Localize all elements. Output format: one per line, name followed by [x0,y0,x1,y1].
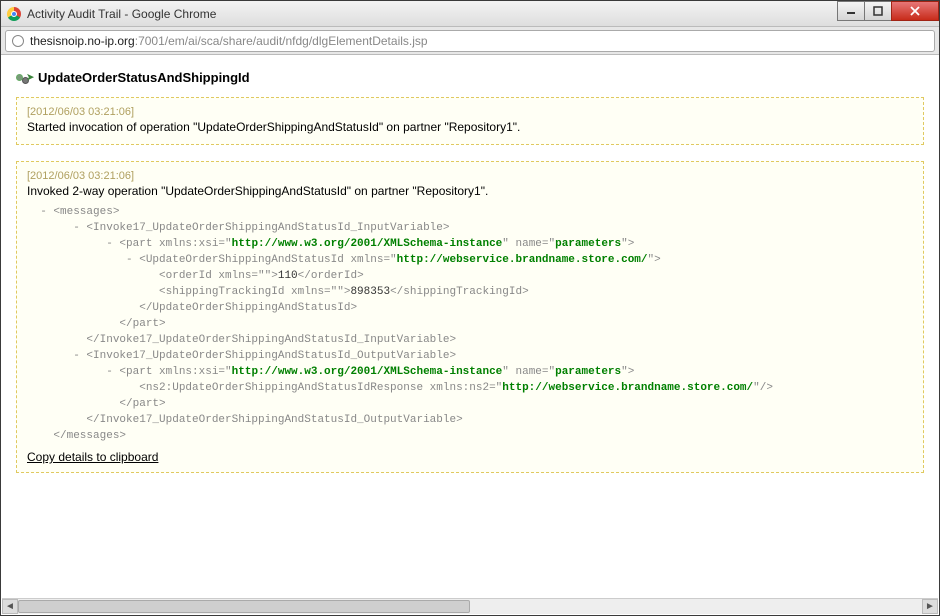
xml-line: </UpdateOrderShippingAndStatusId> [27,300,913,316]
gears-icon: ➤ [16,72,32,84]
window-controls [838,1,939,21]
xml-payload: - <messages> - <Invoke17_UpdateOrderShip… [27,204,913,444]
page-content-scroll[interactable]: ➤ UpdateOrderStatusAndShippingId [2012/0… [2,56,938,598]
xml-line: </messages> [27,428,913,444]
horizontal-scrollbar[interactable]: ◄ ► [2,598,938,614]
audit-entry-2: [2012/06/03 03:21:06] Invoked 2-way oper… [16,161,924,473]
audit-message: Invoked 2-way operation "UpdateOrderShip… [27,184,913,198]
xml-line: - <UpdateOrderShippingAndStatusId xmlns=… [27,252,913,268]
audit-entry-1: [2012/06/03 03:21:06] Started invocation… [16,97,924,145]
copy-details-link[interactable]: Copy details to clipboard [27,450,158,464]
xml-line: </part> [27,316,913,332]
address-bar: thesisnoip.no-ip.org:7001/em/ai/sca/shar… [1,27,939,55]
xml-line: <ns2:UpdateOrderShippingAndStatusIdRespo… [27,380,913,396]
xml-line: - <Invoke17_UpdateOrderShippingAndStatus… [27,348,913,364]
xml-line: - <part xmlns:xsi="http://www.w3.org/200… [27,236,913,252]
page-heading-text: UpdateOrderStatusAndShippingId [38,70,250,85]
audit-message: Started invocation of operation "UpdateO… [27,120,913,134]
audit-timestamp: [2012/06/03 03:21:06] [27,106,913,118]
xml-line: <orderId xmlns="">110</orderId> [27,268,913,284]
maximize-button[interactable] [864,1,892,21]
window-title: Activity Audit Trail - Google Chrome [27,7,216,21]
scroll-right-icon[interactable]: ► [922,599,938,614]
audit-timestamp: [2012/06/03 03:21:06] [27,170,913,182]
xml-line: - <part xmlns:xsi="http://www.w3.org/200… [27,364,913,380]
xml-line: <shippingTrackingId xmlns="">898353</shi… [27,284,913,300]
xml-line: - <messages> [27,204,913,220]
scrollbar-thumb[interactable] [18,600,470,613]
url-path: :7001/em/ai/sca/share/audit/nfdg/dlgElem… [135,34,428,48]
xml-line: </Invoke17_UpdateOrderShippingAndStatusI… [27,332,913,348]
url-host: thesisnoip.no-ip.org [30,34,135,48]
window-titlebar[interactable]: Activity Audit Trail - Google Chrome [1,1,939,27]
chrome-window: Activity Audit Trail - Google Chrome the… [0,0,940,616]
xml-line: </Invoke17_UpdateOrderShippingAndStatusI… [27,412,913,428]
url-input[interactable]: thesisnoip.no-ip.org:7001/em/ai/sca/shar… [5,30,935,52]
globe-icon [12,35,24,47]
page-heading: ➤ UpdateOrderStatusAndShippingId [16,70,924,85]
xml-line: </part> [27,396,913,412]
xml-line: - <Invoke17_UpdateOrderShippingAndStatus… [27,220,913,236]
chrome-icon [7,7,21,21]
scroll-left-icon[interactable]: ◄ [2,599,18,614]
scrollbar-track[interactable] [18,599,922,614]
minimize-button[interactable] [837,1,865,21]
page-content: ➤ UpdateOrderStatusAndShippingId [2012/0… [2,56,938,529]
close-button[interactable] [891,1,939,21]
